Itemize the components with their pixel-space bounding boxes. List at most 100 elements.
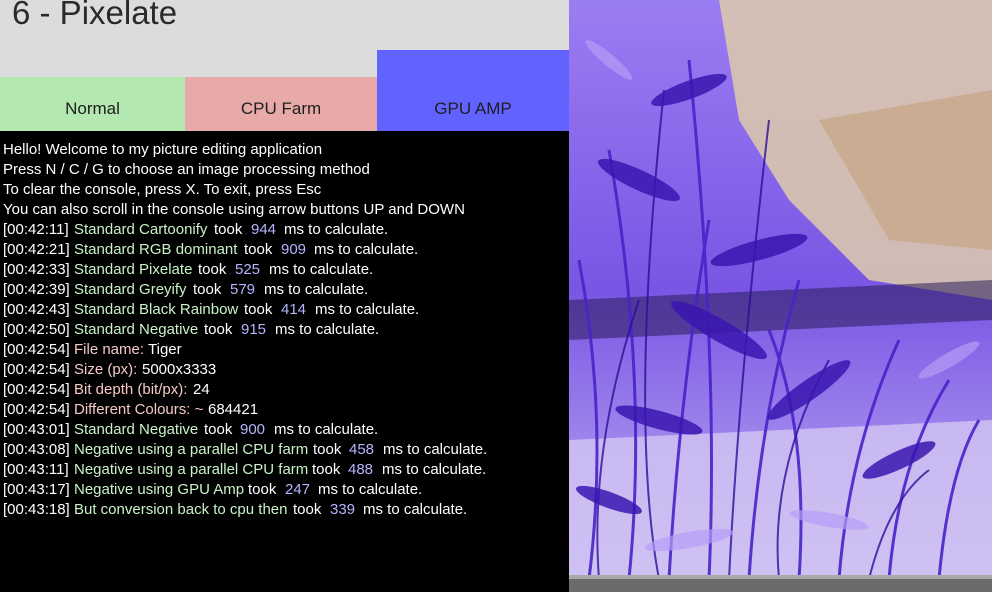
log-duration: 247 bbox=[285, 481, 311, 498]
log-took: took bbox=[244, 241, 273, 258]
log-message: But conversion back to cpu then bbox=[74, 501, 288, 518]
app-title: 6 - Pixelate bbox=[12, 0, 178, 31]
timestamp: [00:42:54] bbox=[3, 381, 70, 398]
info-value: 684421 bbox=[208, 401, 259, 418]
tab-normal[interactable]: Normal bbox=[0, 77, 185, 131]
info-line: [00:42:54] Different Colours: ~ 684421 bbox=[0, 400, 569, 420]
info-key: Size (px): bbox=[74, 361, 138, 378]
log-line: [00:43:11] Negative using a parallel CPU… bbox=[0, 460, 569, 480]
log-line: [00:43:01] Standard Negative took 900 ms… bbox=[0, 420, 569, 440]
console-intro-line: Hello! Welcome to my picture editing app… bbox=[0, 140, 569, 160]
tab-gpu-amp[interactable]: GPU AMP bbox=[377, 50, 569, 131]
log-message: Standard RGB dominant bbox=[74, 241, 238, 258]
log-line: [00:42:33] Standard Pixelate took 525 ms… bbox=[0, 260, 569, 280]
log-tail: ms to calculate. bbox=[382, 461, 487, 478]
log-took: took bbox=[198, 261, 227, 278]
log-message: Negative using a parallel CPU farm bbox=[74, 441, 309, 458]
log-message: Standard Negative bbox=[74, 421, 199, 438]
timestamp: [00:42:21] bbox=[3, 241, 70, 258]
timestamp: [00:43:18] bbox=[3, 501, 70, 518]
tab-label: CPU Farm bbox=[240, 99, 322, 118]
log-tail: ms to calculate. bbox=[264, 281, 369, 298]
timestamp: [00:42:54] bbox=[3, 341, 70, 358]
log-tail: ms to calculate. bbox=[383, 441, 488, 458]
intro-text: You can also scroll in the console using… bbox=[3, 201, 465, 218]
info-key: File name: bbox=[74, 341, 145, 358]
log-tail: ms to calculate. bbox=[314, 241, 419, 258]
timestamp: [00:42:50] bbox=[3, 321, 70, 338]
log-took: took bbox=[312, 461, 341, 478]
timestamp: [00:42:11] bbox=[3, 221, 69, 238]
log-took: took bbox=[293, 501, 322, 518]
log-line: [00:43:18] But conversion back to cpu th… bbox=[0, 500, 569, 520]
log-message: Standard Cartoonify bbox=[74, 221, 208, 238]
header: 6 - Pixelate Normal CPU Farm GPU AMP bbox=[0, 0, 569, 131]
info-value: 24 bbox=[193, 381, 210, 398]
intro-text: To clear the console, press X. To exit, … bbox=[3, 181, 322, 198]
tab-label: GPU AMP bbox=[434, 99, 512, 118]
console-intro-line: You can also scroll in the console using… bbox=[0, 200, 569, 220]
inverted-plant-photo bbox=[569, 0, 992, 579]
log-took: took bbox=[193, 281, 222, 298]
log-duration: 909 bbox=[281, 241, 307, 258]
image-preview bbox=[569, 0, 992, 579]
log-line: [00:42:43] Standard Black Rainbow took 4… bbox=[0, 300, 569, 320]
log-line: [00:42:21] Standard RGB dominant took 90… bbox=[0, 240, 569, 260]
log-took: took bbox=[313, 441, 342, 458]
log-tail: ms to calculate. bbox=[269, 261, 374, 278]
log-message: Standard Greyify bbox=[74, 281, 187, 298]
timestamp: [00:42:54] bbox=[3, 361, 70, 378]
intro-text: Press N / C / G to choose an image proce… bbox=[3, 161, 370, 178]
timestamp: [00:43:08] bbox=[3, 441, 70, 458]
log-tail: ms to calculate. bbox=[315, 301, 420, 318]
log-message: Standard Pixelate bbox=[74, 261, 193, 278]
timestamp: [00:43:01] bbox=[3, 421, 70, 438]
timestamp: [00:42:43] bbox=[3, 301, 70, 318]
log-tail: ms to calculate. bbox=[274, 421, 379, 438]
info-line: [00:42:54] File name: Tiger bbox=[0, 340, 569, 360]
info-value: 5000x3333 bbox=[142, 361, 217, 378]
log-message: Negative using GPU Amp bbox=[74, 481, 245, 498]
log-duration: 339 bbox=[330, 501, 356, 518]
log-took: took bbox=[204, 421, 233, 438]
log-duration: 458 bbox=[349, 441, 375, 458]
log-tail: ms to calculate. bbox=[275, 321, 380, 338]
timestamp: [00:43:17] bbox=[3, 481, 70, 498]
log-line: [00:42:11] Standard Cartoonify took 944 … bbox=[0, 220, 569, 240]
tab-label: Normal bbox=[65, 99, 120, 118]
timestamp: [00:42:33] bbox=[3, 261, 70, 278]
info-key: Different Colours: ~ bbox=[74, 401, 204, 418]
log-tail: ms to calculate. bbox=[284, 221, 389, 238]
log-tail: ms to calculate. bbox=[363, 501, 468, 518]
log-duration: 944 bbox=[251, 221, 277, 238]
timestamp: [00:43:11] bbox=[3, 461, 69, 478]
log-took: took bbox=[244, 301, 273, 318]
log-message: Standard Negative bbox=[74, 321, 199, 338]
info-key: Bit depth (bit/px): bbox=[74, 381, 188, 398]
log-line: [00:42:39] Standard Greyify took 579 ms … bbox=[0, 280, 569, 300]
image-bottom-strip bbox=[569, 579, 992, 592]
console-output[interactable]: Hello! Welcome to my picture editing app… bbox=[0, 140, 569, 592]
info-line: [00:42:54] Bit depth (bit/px): 24 bbox=[0, 380, 569, 400]
log-tail: ms to calculate. bbox=[318, 481, 423, 498]
log-message: Standard Black Rainbow bbox=[74, 301, 239, 318]
info-value: Tiger bbox=[148, 341, 182, 358]
intro-text: Hello! Welcome to my picture editing app… bbox=[3, 141, 323, 158]
log-took: took bbox=[214, 221, 243, 238]
log-message: Negative using a parallel CPU farm bbox=[74, 461, 309, 478]
log-duration: 525 bbox=[235, 261, 261, 278]
tab-cpu-farm[interactable]: CPU Farm bbox=[185, 77, 377, 131]
log-took: took bbox=[248, 481, 277, 498]
log-line: [00:43:08] Negative using a parallel CPU… bbox=[0, 440, 569, 460]
log-line: [00:42:50] Standard Negative took 915 ms… bbox=[0, 320, 569, 340]
timestamp: [00:42:54] bbox=[3, 401, 70, 418]
log-duration: 900 bbox=[240, 421, 266, 438]
timestamp: [00:42:39] bbox=[3, 281, 70, 298]
left-panel: 6 - Pixelate Normal CPU Farm GPU AMP Hel… bbox=[0, 0, 569, 592]
log-duration: 915 bbox=[241, 321, 267, 338]
console-intro-line: To clear the console, press X. To exit, … bbox=[0, 180, 569, 200]
console-intro-line: Press N / C / G to choose an image proce… bbox=[0, 160, 569, 180]
log-duration: 414 bbox=[281, 301, 307, 318]
log-line: [00:43:17] Negative using GPU Amp took 2… bbox=[0, 480, 569, 500]
log-took: took bbox=[204, 321, 233, 338]
